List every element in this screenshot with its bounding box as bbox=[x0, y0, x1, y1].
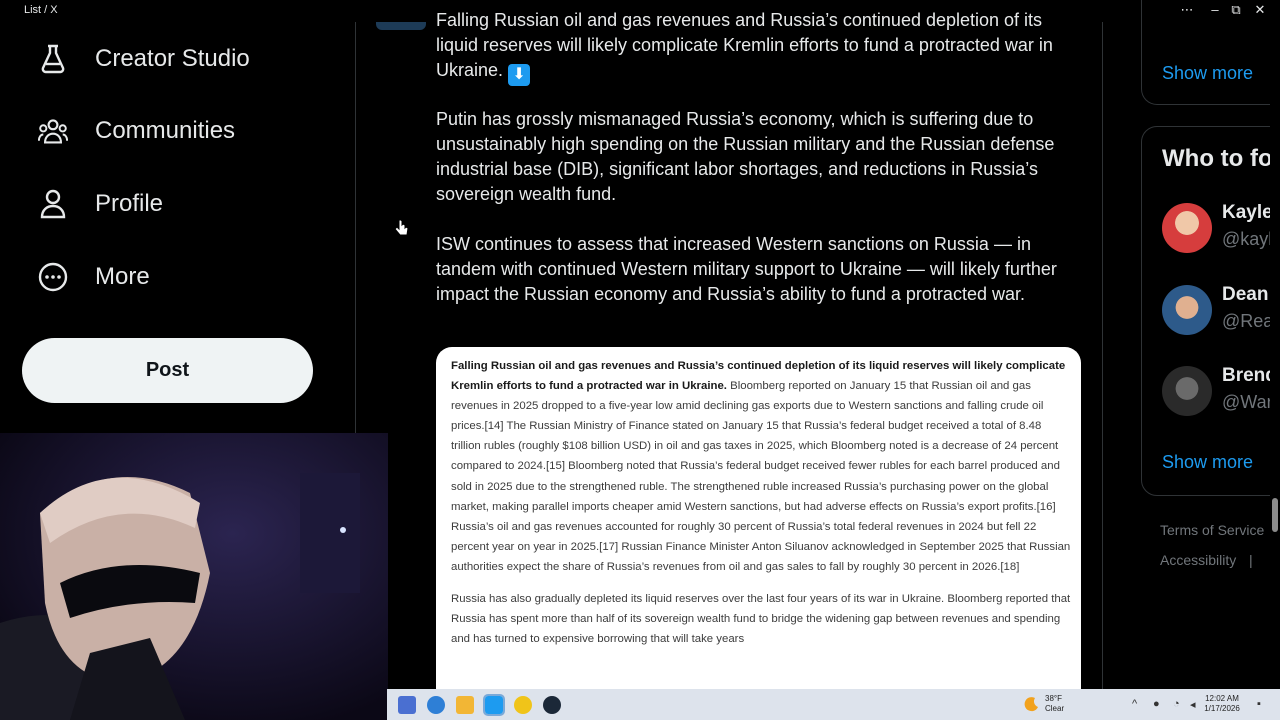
page-scrollbar[interactable] bbox=[1270, 22, 1280, 692]
communities-icon bbox=[38, 116, 68, 146]
twitter-app-icon[interactable] bbox=[483, 694, 505, 716]
author-avatar[interactable] bbox=[376, 22, 426, 30]
terms-of-service-link[interactable]: Terms of Service bbox=[1160, 522, 1264, 538]
avatar bbox=[1162, 285, 1212, 335]
weather-temp: 38°F bbox=[1045, 694, 1062, 703]
suggestion-handle: @kayl bbox=[1222, 229, 1273, 249]
wifi-icon[interactable]: ◔ bbox=[1173, 698, 1180, 710]
weather-widget[interactable]: 38°F Clear bbox=[1045, 694, 1064, 714]
nav-item-more[interactable]: More bbox=[38, 252, 150, 302]
file-explorer-icon[interactable] bbox=[456, 696, 474, 714]
post-paragraph-1: Falling Russian oil and gas revenues and… bbox=[436, 8, 1086, 86]
pinwheel-icon[interactable] bbox=[514, 696, 532, 714]
post-button[interactable]: Post bbox=[22, 338, 313, 403]
notification-bell-icon[interactable]: ▪ bbox=[1257, 698, 1261, 710]
nav-item-creator-studio[interactable]: Creator Studio bbox=[38, 34, 250, 84]
suggestion-handle: @Rea bbox=[1222, 311, 1274, 331]
image-paragraph-1: Falling Russian oil and gas revenues and… bbox=[451, 356, 1073, 577]
nav-label-communities: Communities bbox=[95, 117, 236, 144]
more-circle-icon bbox=[38, 262, 68, 292]
window-title: List / X bbox=[24, 4, 58, 16]
hand-cursor-icon bbox=[395, 219, 409, 236]
suggestion-name: Brend bbox=[1222, 365, 1277, 386]
follow-suggestion[interactable]: Brend @War bbox=[1162, 363, 1280, 419]
microphone-icon[interactable]: ● bbox=[1153, 698, 1160, 710]
moon-weather-icon bbox=[1024, 697, 1038, 712]
footer-separator: | bbox=[1249, 552, 1253, 568]
post-image-screenshot[interactable]: Falling Russian oil and gas revenues and… bbox=[436, 347, 1081, 707]
clock[interactable]: 12:02 AM 1/17/2026 bbox=[1202, 694, 1242, 714]
post-paragraph-2: Putin has grossly mismanaged Russia’s ec… bbox=[436, 109, 1055, 204]
down-arrow-emoji-icon: ⬇ bbox=[508, 64, 531, 86]
accessibility-link[interactable]: Accessibility bbox=[1160, 552, 1236, 568]
trends-panel: Show more bbox=[1141, 0, 1280, 105]
clock-date: 1/17/2026 bbox=[1204, 704, 1240, 713]
suggestion-name: Kayle bbox=[1222, 202, 1273, 223]
who-show-more-link[interactable]: Show more bbox=[1162, 452, 1253, 473]
follow-suggestion[interactable]: Dean @Rea bbox=[1162, 282, 1280, 338]
avatar bbox=[1162, 203, 1212, 253]
nav-item-communities[interactable]: Communities bbox=[38, 106, 235, 156]
nav-label-more: More bbox=[95, 263, 150, 290]
left-navigation: Creator Studio Communities Profile More … bbox=[0, 22, 355, 433]
nav-label-creator-studio: Creator Studio bbox=[95, 45, 250, 72]
avatar bbox=[1162, 366, 1212, 416]
calculator-icon[interactable] bbox=[398, 696, 416, 714]
chevron-up-icon[interactable]: ^ bbox=[1132, 698, 1137, 710]
trends-show-more-link[interactable]: Show more bbox=[1162, 63, 1253, 84]
clock-time: 12:02 AM bbox=[1205, 694, 1239, 703]
weather-desc: Clear bbox=[1045, 704, 1065, 713]
image-paragraph-1-body: Bloomberg reported on January 15 that Ru… bbox=[451, 380, 1071, 573]
webcam-overlay bbox=[0, 433, 388, 720]
steam-icon[interactable] bbox=[543, 696, 561, 714]
browser-globe-icon[interactable] bbox=[427, 696, 445, 714]
column-divider-right bbox=[1102, 22, 1103, 692]
scrollbar-thumb[interactable] bbox=[1272, 498, 1278, 532]
windows-taskbar: 38°F Clear ^ ● ◔ ◂ 12:02 AM 1/17/2026 ▪ bbox=[387, 689, 1280, 720]
follow-suggestion[interactable]: Kayle @kayl bbox=[1162, 200, 1280, 256]
nav-label-profile: Profile bbox=[95, 190, 164, 217]
suggestion-handle: @War bbox=[1222, 392, 1273, 412]
flask-icon bbox=[38, 44, 68, 74]
profile-icon bbox=[38, 189, 68, 219]
who-to-follow-title: Who to fo bbox=[1162, 145, 1273, 172]
image-paragraph-2: Russia has also gradually depleted its l… bbox=[451, 593, 1071, 646]
volume-icon[interactable]: ◂ bbox=[1190, 698, 1196, 711]
post-paragraph-3: ISW continues to assess that increased W… bbox=[436, 234, 1057, 304]
nav-item-profile[interactable]: Profile bbox=[38, 179, 163, 229]
who-to-follow-panel: Who to fo Kayle @kayl Dean @Rea Brend @W… bbox=[1141, 126, 1280, 496]
suggestion-name: Dean bbox=[1222, 284, 1269, 305]
